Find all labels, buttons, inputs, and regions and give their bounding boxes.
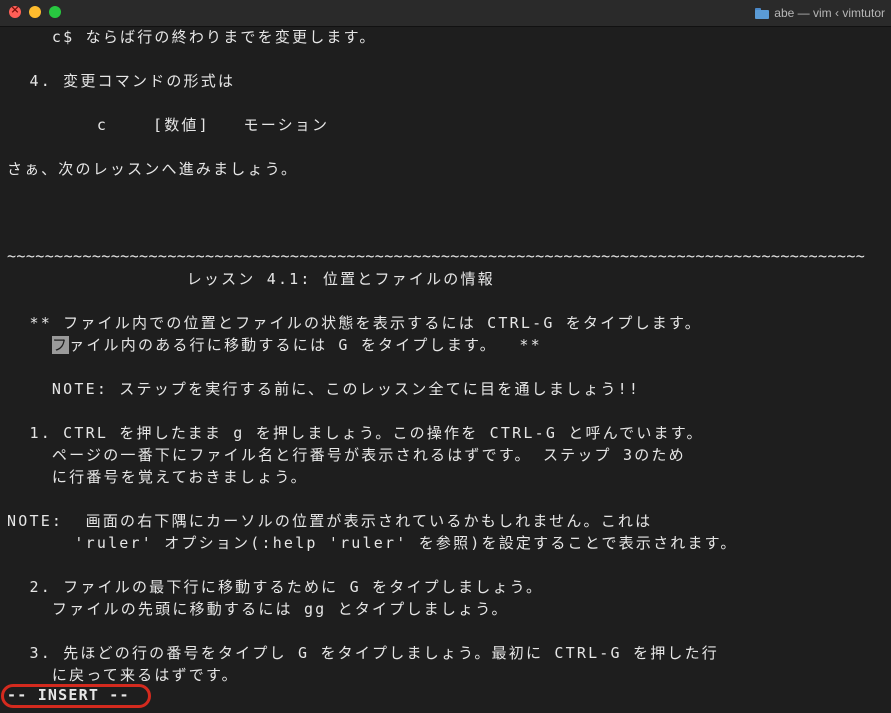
text-line: NOTE: ステップを実行する前に、このレッスン全てに目を通しましょう!! (7, 380, 641, 398)
text-line: に行番号を覚えておきましょう。 (7, 468, 308, 486)
text-line: に戻って来るはずです。 (7, 666, 239, 684)
cursor-line-prefix (7, 336, 52, 354)
minimize-window-button[interactable] (29, 6, 41, 18)
text-line: c$ ならば行の終わりまでを変更します。 (7, 28, 377, 46)
window-title: abe — vim ‹ vimtutor (774, 6, 885, 20)
text-line: ファイルの先頭に移動するには gg とタイプしましょう。 (7, 600, 509, 618)
cursor-line-rest: ァイル内のある行に移動するには G をタイプします。 ** (69, 336, 542, 354)
cursor-line: ファイル内のある行に移動するには G をタイプします。 ** (7, 334, 542, 356)
text-cursor: フ (51, 336, 70, 354)
text-line: 2. ファイルの最下行に移動するために G をタイプしましょう。 (7, 578, 544, 596)
text-line: c [数値] モーション (7, 116, 330, 134)
text-line: さぁ、次のレッスンへ進みましょう。 (7, 160, 299, 178)
text-line: 4. 変更コマンドの形式は (7, 72, 236, 90)
window-title-group: abe — vim ‹ vimtutor (755, 4, 885, 22)
title-bar: abe — vim ‹ vimtutor (0, 0, 891, 27)
insert-mode-highlight-annotation (1, 684, 151, 708)
terminal-window: abe — vim ‹ vimtutor c$ ならば行の終わりまでを変更します… (0, 0, 891, 713)
section-separator: ~~~~~~~~~~~~~~~~~~~~~~~~~~~~~~~~~~~~~~~~… (7, 249, 865, 263)
text-line: 1. CTRL を押したまま g を押しましょう。この操作を CTRL-G と呼… (7, 424, 704, 442)
lesson-heading: レッスン 4.1: 位置とファイルの情報 (7, 270, 495, 288)
folder-icon (755, 7, 770, 19)
zoom-window-button[interactable] (49, 6, 61, 18)
text-line: ** ファイル内での位置とファイルの状態を表示するには CTRL-G をタイプし… (7, 314, 702, 332)
close-window-button[interactable] (9, 3, 21, 18)
text-line: 'ruler' オプション(:help 'ruler' を参照)を設定することで… (7, 534, 738, 552)
text-line: NOTE: 画面の右下隅にカーソルの位置が表示されているかもしれません。これは (7, 512, 653, 530)
vim-text-area[interactable]: c$ ならば行の終わりまでを変更します。 4. 変更コマンドの形式は c [数値… (7, 26, 887, 686)
text-line: 3. 先ほどの行の番号をタイプし G をタイプしましょう。最初に CTRL-G … (7, 644, 719, 662)
text-line: ページの一番下にファイル名と行番号が表示されるはずです。 ステップ 3のため (7, 446, 686, 464)
